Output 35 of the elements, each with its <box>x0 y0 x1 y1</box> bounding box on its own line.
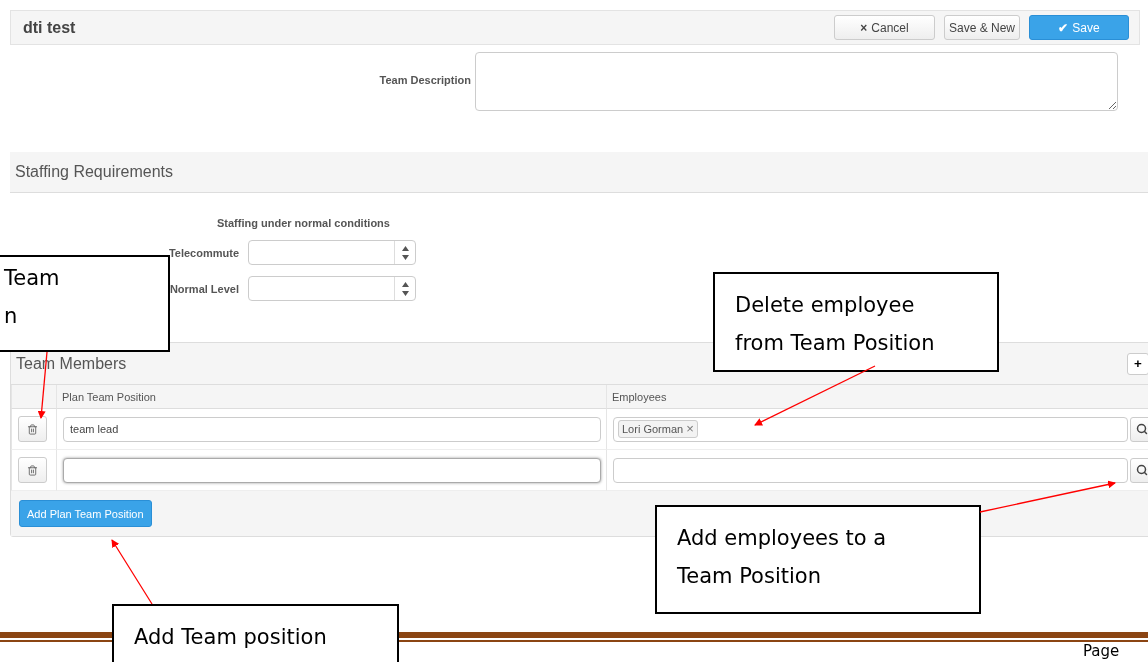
description-field[interactable] <box>475 52 1118 111</box>
position-input[interactable] <box>63 457 601 483</box>
callout-box: Add employees to a Team Position <box>655 505 981 614</box>
employees-field[interactable] <box>613 457 1128 483</box>
callout-box: Delete employee from Team Position <box>713 272 999 372</box>
section-header: Staffing Requirements <box>10 152 1148 193</box>
number-field[interactable] <box>248 276 416 301</box>
subheading: Staffing under normal conditions <box>217 217 391 229</box>
save-and-new-button[interactable]: Save & New <box>944 15 1020 40</box>
column-header: Employees <box>606 385 1148 409</box>
employees-field[interactable]: Lori Gorman × <box>613 416 1128 442</box>
spinner-arrows-icon[interactable] <box>401 280 409 297</box>
callout-box: Team n <box>0 255 170 352</box>
employee-tag[interactable]: Lori Gorman × <box>618 420 698 438</box>
search-icon <box>1136 464 1148 476</box>
field-label: Normal Level <box>168 282 239 295</box>
column-header: Plan Team Position <box>56 385 606 409</box>
spinner-arrows-icon[interactable] <box>401 244 409 261</box>
trash-icon <box>27 464 38 476</box>
page-number: Page <box>1083 642 1120 660</box>
search-button[interactable] <box>1130 457 1148 483</box>
search-button[interactable] <box>1130 416 1148 442</box>
trash-icon <box>27 423 38 435</box>
position-input[interactable]: team lead <box>63 416 601 442</box>
delete-button[interactable] <box>18 457 47 483</box>
field-label: Telecommute <box>167 246 239 259</box>
delete-button[interactable] <box>18 416 47 442</box>
form-title: dti test <box>23 18 77 37</box>
callout-box: Add Team position <box>112 604 399 662</box>
arrow <box>111 539 153 605</box>
number-field[interactable] <box>248 240 416 265</box>
add-button[interactable]: + <box>1127 352 1148 375</box>
search-icon <box>1136 423 1148 435</box>
field-label: Team Description <box>378 73 471 86</box>
cancel-button[interactable]: × Cancel <box>834 15 935 40</box>
